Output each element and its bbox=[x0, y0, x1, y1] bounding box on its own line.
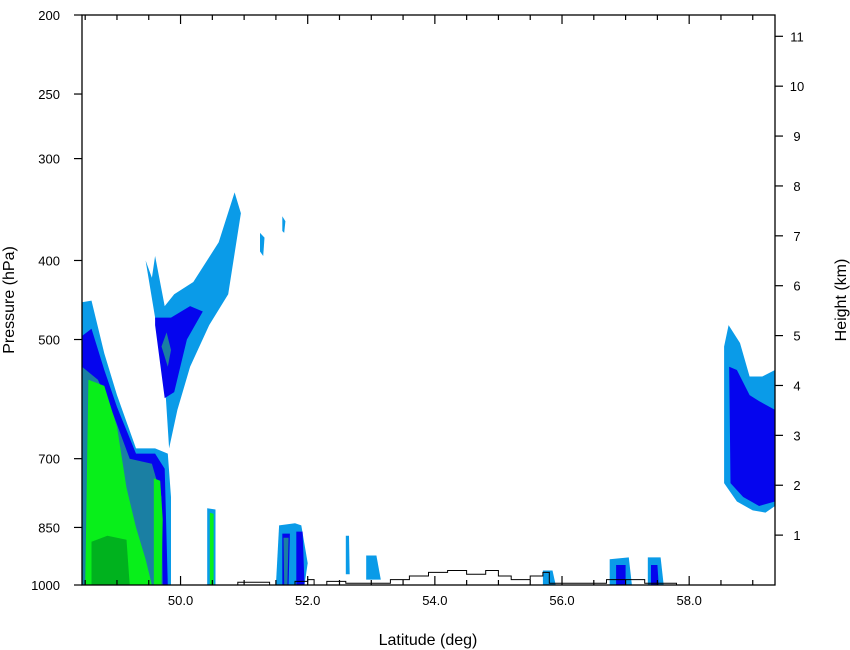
height-tick-label: 5 bbox=[793, 329, 800, 344]
contour-cell-52.6-level-1 bbox=[345, 535, 350, 575]
pressure-tick-label: 400 bbox=[38, 253, 60, 268]
pressure-tick-label: 850 bbox=[38, 520, 60, 535]
height-tick-label: 3 bbox=[793, 428, 800, 443]
contour-cell-53.0-level-1 bbox=[366, 555, 381, 580]
x-tick-label: 50.0 bbox=[168, 593, 193, 608]
pressure-tick-label: 300 bbox=[38, 152, 60, 167]
chart: 50.0 52.0 54.0 56.0 58.020025030040050070085… bbox=[1, 8, 850, 649]
x-tick-label: 52.0 bbox=[295, 593, 320, 608]
contour-layer bbox=[82, 192, 775, 585]
height-tick-label: 2 bbox=[793, 478, 800, 493]
height-tick-label: 10 bbox=[790, 79, 804, 94]
pressure-tick-label: 1000 bbox=[31, 578, 60, 593]
height-tick-label: 8 bbox=[793, 179, 800, 194]
contour-left-core-level-5 bbox=[91, 535, 130, 585]
pressure-tick-label: 700 bbox=[38, 452, 60, 467]
y-axis-title-left: Pressure (hPa) bbox=[1, 246, 18, 354]
height-tick-label: 7 bbox=[793, 229, 800, 244]
y-axis-title-right: Height (km) bbox=[833, 259, 850, 342]
contour-cell-50.5-level-4 bbox=[209, 512, 214, 585]
x-tick-label: 56.0 bbox=[549, 593, 574, 608]
height-tick-label: 4 bbox=[793, 378, 800, 393]
contour-cell-51.6-level-1 bbox=[282, 216, 286, 233]
x-tick-label: 58.0 bbox=[677, 593, 702, 608]
x-axis-title: Latitude (deg) bbox=[379, 632, 478, 649]
contour-cell-51.2-level-1 bbox=[260, 232, 265, 256]
contour-cell-57.0-level-2 bbox=[616, 565, 626, 585]
height-tick-label: 9 bbox=[793, 129, 800, 144]
height-tick-label: 11 bbox=[790, 29, 804, 44]
terrain-line bbox=[174, 570, 680, 586]
pressure-tick-label: 200 bbox=[38, 8, 60, 23]
height-tick-label: 6 bbox=[793, 279, 800, 294]
x-tick-label: 54.0 bbox=[422, 593, 447, 608]
pressure-tick-label: 250 bbox=[38, 87, 60, 102]
pressure-tick-label: 500 bbox=[38, 333, 60, 348]
height-tick-label: 1 bbox=[793, 528, 800, 543]
